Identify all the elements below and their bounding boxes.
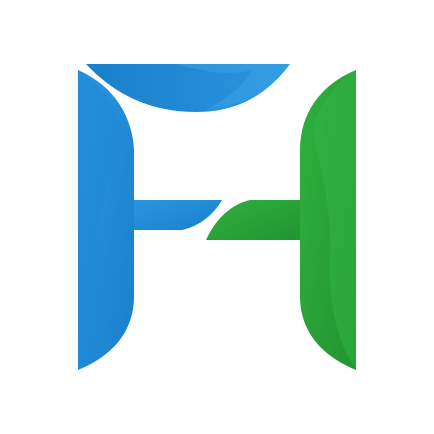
blue-crossbar	[134, 200, 222, 230]
green-crossbar	[206, 200, 300, 240]
fh-monogram-logo-icon	[78, 64, 356, 370]
logo-canvas	[0, 0, 434, 434]
